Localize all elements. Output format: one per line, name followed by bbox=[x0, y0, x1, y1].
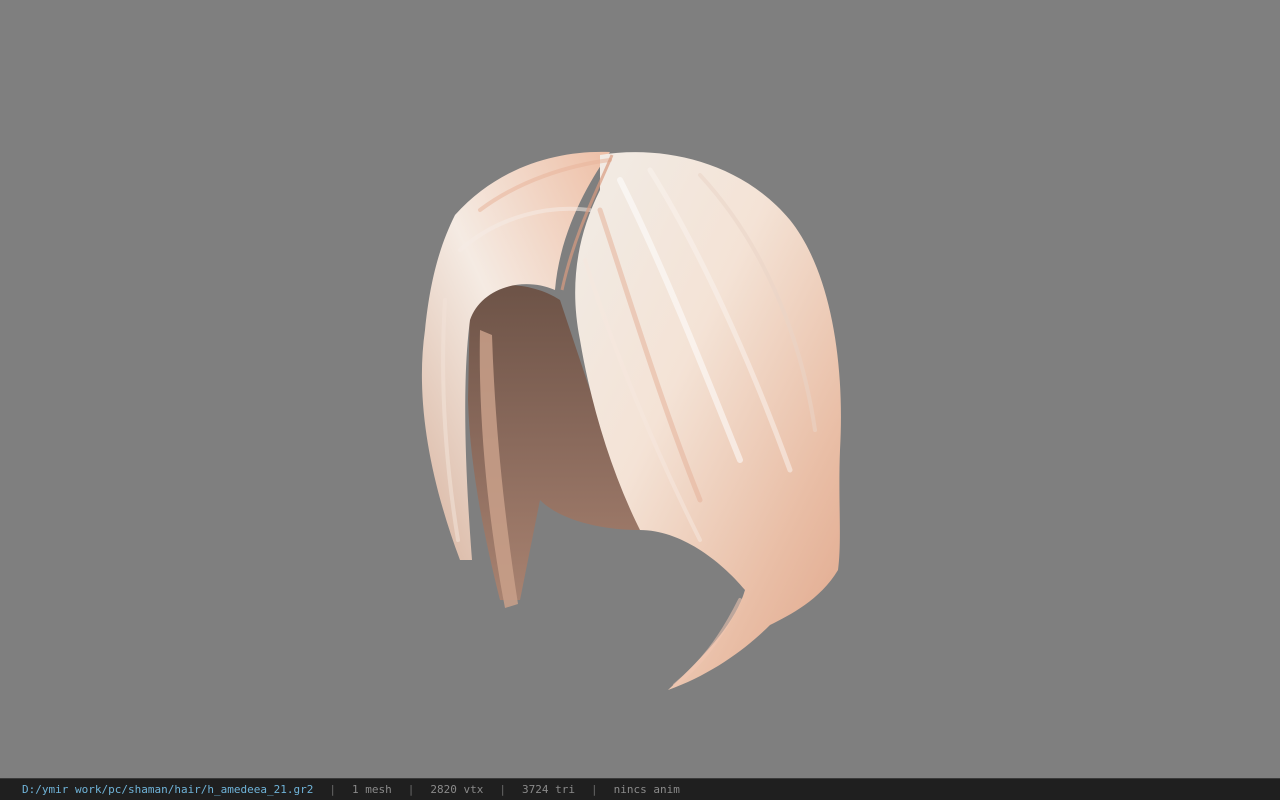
status-mesh-count: 1 mesh bbox=[352, 783, 392, 796]
status-separator: | bbox=[329, 783, 337, 796]
status-vertex-count: 2820 vtx bbox=[430, 783, 484, 796]
status-separator: | bbox=[499, 783, 507, 796]
3d-viewport[interactable] bbox=[0, 0, 1280, 778]
status-bar: D:/ymir work/pc/shaman/hair/h_amedeea_21… bbox=[0, 778, 1280, 800]
hair-right-volume bbox=[575, 152, 841, 690]
status-separator: | bbox=[591, 783, 598, 796]
status-file-path: D:/ymir work/pc/shaman/hair/h_amedeea_21… bbox=[22, 783, 314, 796]
status-anim: nincs anim bbox=[613, 783, 680, 796]
status-separator: | bbox=[407, 783, 415, 796]
status-triangle-count: 3724 tri bbox=[522, 783, 575, 796]
hair-model-render[interactable] bbox=[0, 0, 1280, 778]
